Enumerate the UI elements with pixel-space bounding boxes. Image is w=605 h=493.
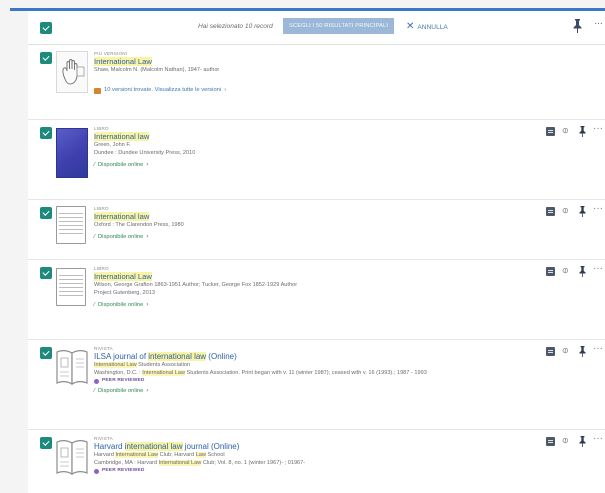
- peer-reviewed-icon: [94, 468, 99, 474]
- available-online-link[interactable]: ⁄ Disponibile online ›: [94, 387, 545, 396]
- pin-icon[interactable]: [579, 436, 586, 447]
- close-icon: ✕: [406, 21, 415, 32]
- more-options-icon[interactable]: ···: [594, 18, 603, 29]
- record-checkbox[interactable]: [40, 207, 52, 219]
- peer-reviewed-label: PEER REVIEWED: [102, 468, 145, 473]
- result-record: LIBRO International law Green, John F. D…: [28, 120, 605, 200]
- pin-icon[interactable]: [579, 126, 586, 137]
- result-record: LIBRO International Law Wilson, George G…: [28, 260, 605, 340]
- record-publisher: Dundee : Dundee University Press, 2010: [94, 150, 196, 156]
- link-icon: ⁄: [94, 162, 95, 168]
- pin-icon[interactable]: [579, 206, 586, 217]
- permalink-icon[interactable]: ⊘: [560, 265, 571, 276]
- link-icon: ⁄: [94, 234, 95, 240]
- chevron-right-icon: ›: [146, 162, 149, 168]
- more-options-icon[interactable]: ···: [593, 433, 603, 444]
- permalink-icon[interactable]: ⊘: [560, 345, 571, 356]
- result-record: LIBRO International law Oxford : The Cla…: [28, 200, 605, 260]
- record-title[interactable]: International Law: [94, 57, 535, 66]
- link-icon: ⁄: [94, 388, 95, 394]
- record-actions: ⊘ ···: [535, 203, 605, 219]
- link-icon: ⁄: [94, 302, 95, 308]
- record-actions: ⊘ ···: [535, 433, 605, 449]
- record-title[interactable]: Harvard international law journal (Onlin…: [94, 442, 545, 451]
- record-author: Harvard International Law Club; Harvard …: [94, 452, 225, 458]
- more-options-icon[interactable]: ···: [593, 203, 603, 214]
- result-record: RIVISTA ILSA journal of international la…: [28, 340, 605, 430]
- selected-count-text: Hai selezionato 10 record: [198, 23, 273, 30]
- record-actions: ⊘ ···: [535, 123, 605, 139]
- record-checkbox[interactable]: [40, 52, 52, 64]
- chevron-right-icon: ›: [146, 302, 149, 308]
- record-checkbox[interactable]: [40, 267, 52, 279]
- availability-label: Disponibile online: [97, 234, 144, 240]
- available-online-link[interactable]: ⁄ Disponibile online ›: [94, 161, 535, 170]
- record-author: International Law Students Association: [94, 362, 191, 368]
- available-online-link[interactable]: ⁄ Disponibile online ›: [94, 233, 535, 242]
- record-publisher: Oxford : The Clarendon Press, 1980: [94, 222, 184, 228]
- result-record: PIÙ VERSIONI International Law Shaw, Mal…: [28, 45, 605, 120]
- citation-icon[interactable]: [546, 437, 555, 446]
- chevron-right-icon: ›: [146, 234, 149, 240]
- clear-selection-button[interactable]: ✕ ANNULLA: [406, 22, 448, 32]
- permalink-icon[interactable]: ⊘: [560, 125, 571, 136]
- available-online-link[interactable]: ⁄ Disponibile online ›: [94, 301, 535, 310]
- record-author: Wilson, George Grafton 1863-1951 Author;…: [94, 282, 298, 288]
- clear-selection-label: ANNULLA: [417, 23, 448, 31]
- more-options-icon[interactable]: ···: [593, 343, 603, 354]
- select-all-checkbox[interactable]: [40, 22, 52, 34]
- citation-icon[interactable]: [546, 127, 555, 136]
- more-options-icon[interactable]: ···: [593, 123, 603, 134]
- record-checkbox[interactable]: [40, 347, 52, 359]
- record-checkbox[interactable]: [40, 437, 52, 449]
- peer-reviewed-icon: [94, 378, 99, 384]
- book-icon: [56, 206, 86, 244]
- book-icon: [56, 268, 86, 306]
- pin-icon[interactable]: [573, 19, 582, 33]
- record-publisher: Washington, D.C. : International Law Stu…: [94, 370, 427, 376]
- versions-label: 10 versioni trovate. Visualizza tutte le…: [104, 87, 222, 93]
- selection-toolbar: Hai selezionato 10 record SCEGLI I 50 RI…: [28, 11, 605, 45]
- chevron-right-icon: ›: [146, 388, 149, 394]
- record-title[interactable]: International Law: [94, 272, 535, 281]
- record-title[interactable]: International law: [94, 132, 535, 141]
- versions-icon: [94, 87, 101, 94]
- pin-icon[interactable]: [579, 266, 586, 277]
- peer-reviewed-label: PEER REVIEWED: [102, 378, 145, 383]
- permalink-icon[interactable]: ⊘: [560, 435, 571, 446]
- record-title[interactable]: ILSA journal of international law (Onlin…: [94, 352, 545, 361]
- citation-icon[interactable]: [546, 207, 555, 216]
- journal-icon: [56, 437, 88, 477]
- record-publisher: Cambridge, MA : Harvard International La…: [94, 460, 306, 466]
- view-all-versions-link[interactable]: 10 versioni trovate. Visualizza tutte le…: [94, 86, 535, 95]
- book-cover-image: [56, 128, 88, 178]
- permalink-icon[interactable]: ⊘: [560, 205, 571, 216]
- peer-reviewed-badge: PEER REVIEWED: [94, 377, 545, 385]
- availability-label: Disponibile online: [97, 162, 144, 168]
- record-checkbox[interactable]: [40, 127, 52, 139]
- peer-reviewed-badge: PEER REVIEWED: [94, 467, 545, 475]
- pin-icon[interactable]: [579, 346, 586, 357]
- record-title[interactable]: International law: [94, 212, 535, 221]
- multiple-versions-icon: [56, 51, 88, 93]
- chevron-right-icon: ›: [224, 87, 227, 93]
- record-author: Shaw, Malcolm N. (Malcolm Nathan), 1947-…: [94, 67, 220, 73]
- record-actions: ⊘ ···: [535, 263, 605, 279]
- citation-icon[interactable]: [546, 347, 555, 356]
- availability-label: Disponibile online: [97, 388, 144, 394]
- citation-icon[interactable]: [546, 267, 555, 276]
- record-publisher: Project Gutenberg, 2013: [94, 290, 155, 296]
- select-top-results-button[interactable]: SCEGLI I 50 RISULTATI PRINCIPALI: [283, 18, 394, 34]
- more-options-icon[interactable]: ···: [593, 263, 603, 274]
- result-record: RIVISTA Harvard international law journa…: [28, 430, 605, 493]
- journal-icon: [56, 347, 88, 387]
- record-author: Green, John F.: [94, 142, 131, 148]
- record-actions: ⊘ ···: [535, 343, 605, 359]
- availability-label: Disponibile online: [97, 302, 144, 308]
